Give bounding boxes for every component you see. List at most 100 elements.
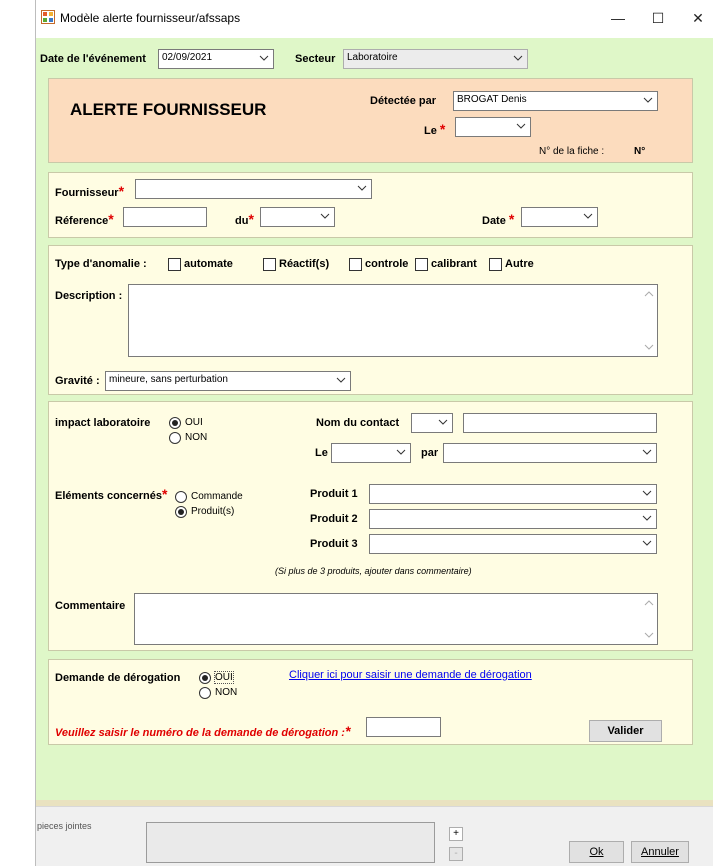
chevron-down-icon bbox=[438, 419, 448, 425]
produit1-label: Produit 1 bbox=[310, 488, 358, 500]
commentaire-label: Commentaire bbox=[55, 600, 126, 612]
derogation-link[interactable]: Cliquer ici pour saisir une demande de d… bbox=[289, 669, 532, 681]
window-title: Modèle alerte fournisseur/afssaps bbox=[60, 11, 241, 25]
impact-le-label: Le bbox=[315, 447, 328, 459]
nom-contact-input[interactable] bbox=[463, 413, 657, 433]
secteur-select[interactable]: Laboratoire bbox=[343, 49, 528, 69]
commentaire-textarea[interactable] bbox=[134, 593, 658, 645]
alert-section: ALERTE FOURNISSEUR Détectée par BROGAT D… bbox=[48, 78, 693, 163]
required-marker: * bbox=[162, 486, 168, 502]
reactifs-label: Réactif(s) bbox=[279, 258, 330, 270]
alert-title: ALERTE FOURNISSEUR bbox=[70, 100, 267, 119]
required-marker: * bbox=[508, 211, 515, 227]
le-label: Le * bbox=[424, 121, 445, 137]
numero-derogation-label-text: Veuillez saisir le numéro de la demande … bbox=[55, 727, 345, 739]
automate-label: automate bbox=[184, 258, 233, 270]
required-marker: * bbox=[344, 723, 351, 739]
scroll-up-icon[interactable] bbox=[644, 290, 654, 298]
scroll-down-icon[interactable] bbox=[644, 343, 654, 351]
fiche-value: N° bbox=[634, 146, 646, 157]
derogation-oui-radio[interactable] bbox=[199, 672, 211, 684]
autre-checkbox[interactable] bbox=[489, 258, 502, 271]
controle-label: controle bbox=[365, 258, 409, 270]
produit3-label: Produit 3 bbox=[310, 538, 358, 550]
date-evenement-select[interactable]: 02/09/2021 bbox=[158, 49, 274, 69]
detectee-par-select[interactable]: BROGAT Denis bbox=[453, 91, 658, 111]
derogation-section: Demande de dérogation OUI NON Cliquer ic… bbox=[48, 659, 693, 745]
date-evenement-value: 02/09/2021 bbox=[162, 52, 213, 63]
chevron-down-icon bbox=[642, 490, 652, 496]
date-select[interactable] bbox=[521, 207, 598, 227]
secteur-value: Laboratoire bbox=[347, 52, 398, 63]
le-label-text: Le bbox=[424, 125, 437, 137]
detectee-par-value: BROGAT Denis bbox=[457, 94, 527, 105]
chevron-down-icon bbox=[642, 540, 652, 546]
produit1-select[interactable] bbox=[369, 484, 657, 504]
automate-checkbox[interactable] bbox=[168, 258, 181, 271]
impact-label: impact laboratoire bbox=[55, 417, 151, 429]
impact-section: impact laboratoire OUI NON Nom du contac… bbox=[48, 401, 693, 651]
derogation-label: Demande de dérogation bbox=[55, 672, 181, 684]
pieces-jointes-list[interactable] bbox=[146, 822, 435, 863]
valider-button[interactable]: Valider bbox=[589, 720, 662, 742]
contact-select[interactable] bbox=[411, 413, 453, 433]
date-label: Date * bbox=[482, 211, 514, 227]
gravite-value: mineure, sans perturbation bbox=[109, 374, 228, 385]
impact-le-select[interactable] bbox=[331, 443, 411, 463]
close-button[interactable]: ✕ bbox=[688, 8, 708, 28]
produit2-select[interactable] bbox=[369, 509, 657, 529]
required-marker: * bbox=[439, 121, 446, 137]
derogation-non-radio[interactable] bbox=[199, 687, 211, 699]
derogation-non-label: NON bbox=[215, 687, 238, 698]
fournisseur-section: Fournisseur* Réference* du* Date * bbox=[48, 172, 693, 238]
type-anomalie-label: Type d'anomalie : bbox=[55, 258, 147, 270]
impact-oui-radio[interactable] bbox=[169, 417, 181, 429]
commande-radio[interactable] bbox=[175, 491, 187, 503]
minimize-button[interactable]: — bbox=[608, 8, 628, 28]
description-scrollbar[interactable] bbox=[641, 285, 657, 356]
chevron-down-icon bbox=[516, 123, 526, 129]
impact-non-radio[interactable] bbox=[169, 432, 181, 444]
add-attachment-button[interactable]: + bbox=[449, 827, 463, 841]
nom-contact-label: Nom du contact bbox=[316, 417, 400, 429]
produit2-label: Produit 2 bbox=[310, 513, 358, 525]
form-area: Date de l'événement 02/09/2021 Secteur L… bbox=[36, 38, 713, 804]
reference-label: Réference* bbox=[55, 211, 114, 227]
description-textarea[interactable] bbox=[128, 284, 658, 357]
par-select[interactable] bbox=[443, 443, 657, 463]
numero-derogation-input[interactable] bbox=[366, 717, 441, 737]
elements-label-text: Eléments concernés bbox=[55, 490, 162, 502]
du-label: du* bbox=[235, 211, 254, 227]
title-bar[interactable]: Modèle alerte fournisseur/afssaps — ☐ ✕ bbox=[36, 0, 713, 38]
footer-area: pieces jointes + - Ok Annuler bbox=[36, 806, 713, 866]
chevron-down-icon bbox=[642, 449, 652, 455]
reactifs-checkbox[interactable] bbox=[263, 258, 276, 271]
calibrant-checkbox[interactable] bbox=[415, 258, 428, 271]
scroll-up-icon[interactable] bbox=[644, 599, 654, 607]
reference-input[interactable] bbox=[123, 207, 207, 227]
controle-checkbox[interactable] bbox=[349, 258, 362, 271]
produits-radio[interactable] bbox=[175, 506, 187, 518]
commentaire-scrollbar[interactable] bbox=[641, 594, 657, 644]
ok-button[interactable]: Ok bbox=[569, 841, 624, 863]
scroll-down-icon[interactable] bbox=[644, 631, 654, 639]
secteur-label: Secteur bbox=[295, 53, 336, 65]
reference-label-text: Réference bbox=[55, 215, 109, 227]
produit3-select[interactable] bbox=[369, 534, 657, 554]
derogation-oui-label: OUI bbox=[214, 671, 234, 684]
required-marker: * bbox=[118, 183, 125, 199]
fournisseur-label-text: Fournisseur bbox=[55, 187, 119, 199]
annuler-button[interactable]: Annuler bbox=[631, 841, 689, 863]
elements-label: Eléments concernés* bbox=[55, 486, 167, 502]
maximize-button[interactable]: ☐ bbox=[648, 8, 668, 28]
par-label: par bbox=[421, 447, 439, 459]
chevron-down-icon bbox=[513, 55, 523, 61]
le-date-select[interactable] bbox=[455, 117, 531, 137]
gravite-select[interactable]: mineure, sans perturbation bbox=[105, 371, 351, 391]
date-label-text: Date bbox=[482, 215, 506, 227]
fournisseur-select[interactable] bbox=[135, 179, 372, 199]
app-icon bbox=[41, 10, 55, 24]
remove-attachment-button[interactable]: - bbox=[449, 847, 463, 861]
du-date-select[interactable] bbox=[260, 207, 335, 227]
impact-oui-label: OUI bbox=[185, 417, 203, 428]
